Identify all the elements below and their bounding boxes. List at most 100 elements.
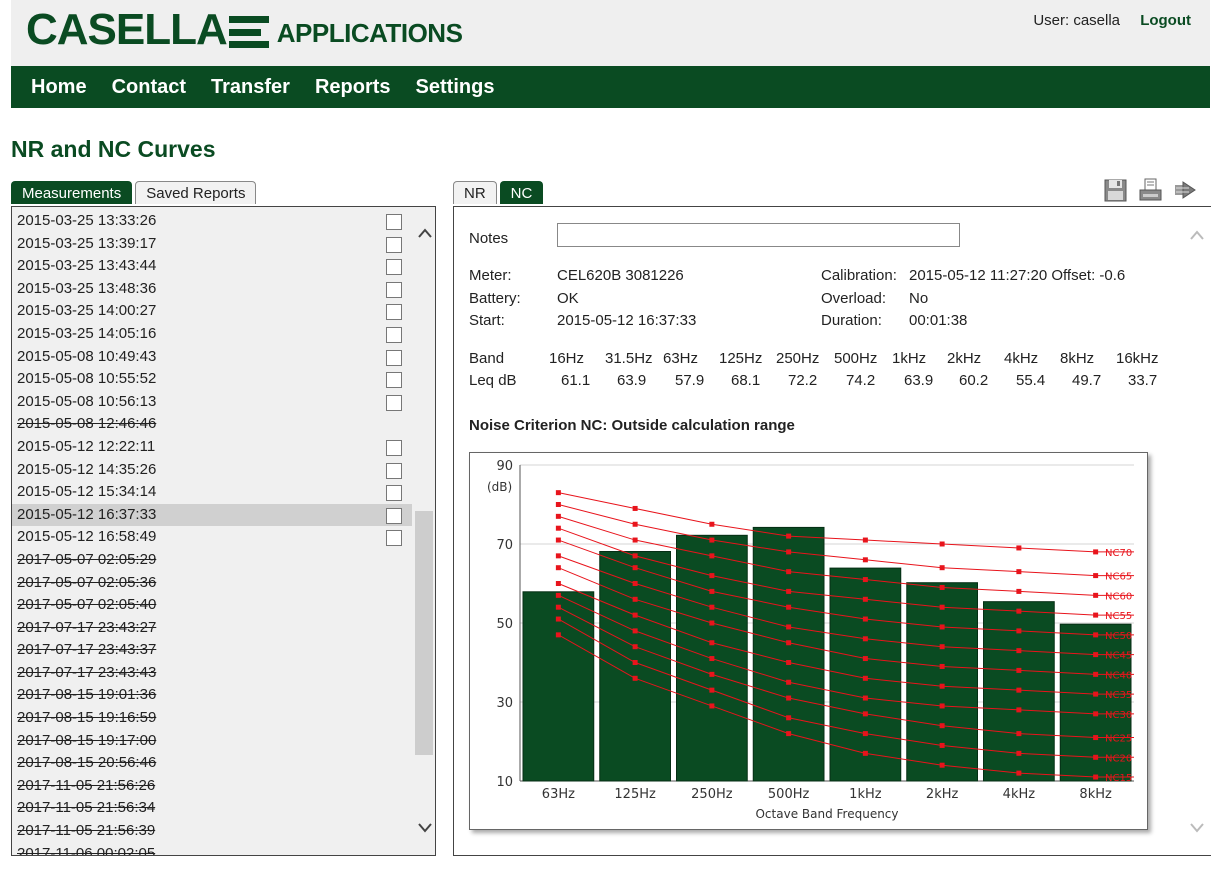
nc-curve-point — [1093, 671, 1099, 677]
measurement-checkbox[interactable] — [386, 507, 402, 524]
notes-input[interactable] — [557, 223, 960, 247]
list-item[interactable]: 2015-03-25 13:39:17 — [12, 233, 412, 256]
measurement-checkbox[interactable] — [386, 372, 402, 389]
list-item[interactable]: 2017-11-06 00:02:05 — [12, 843, 412, 855]
measurement-checkbox[interactable] — [386, 394, 402, 411]
list-item[interactable]: 2015-03-25 13:43:44 — [12, 255, 412, 278]
measurement-checkbox[interactable] — [386, 326, 402, 343]
list-item[interactable]: 2017-07-17 23:43:27 — [12, 617, 412, 640]
list-item[interactable]: 2015-05-08 12:46:46 — [12, 413, 412, 436]
list-item[interactable]: 2017-08-15 19:17:00 — [12, 730, 412, 753]
list-item[interactable]: 2017-05-07 02:05:40 — [12, 594, 412, 617]
panel-scroll-down-icon[interactable] — [1189, 822, 1205, 834]
measurement-timestamp: 2015-05-12 15:34:14 — [17, 483, 157, 501]
meter-label: Meter: — [469, 267, 512, 284]
nc-curve-point — [632, 505, 638, 511]
list-item[interactable]: 2015-05-12 15:34:14 — [12, 481, 412, 504]
nav-settings[interactable]: Settings — [416, 76, 495, 99]
measurement-timestamp: 2017-08-15 19:01:36 — [17, 686, 157, 704]
list-item[interactable]: 2017-11-05 21:56:39 — [12, 820, 412, 843]
nc-curve-point — [632, 644, 638, 650]
nav-transfer[interactable]: Transfer — [211, 76, 290, 99]
band-leq-value: 49.7 — [1072, 372, 1102, 389]
nav-contact[interactable]: Contact — [112, 76, 186, 99]
nc-curve-point — [1093, 652, 1099, 658]
measurement-checkbox[interactable] — [386, 214, 402, 230]
nc-curve-label: NC50 — [1105, 631, 1132, 642]
app-header: CASELLA APPLICATIONS User: casella Logou… — [11, 0, 1210, 66]
nc-curve-point — [709, 604, 715, 610]
nav-reports[interactable]: Reports — [315, 76, 391, 99]
nc-curve-point — [555, 565, 561, 571]
logout-link[interactable]: Logout — [1140, 12, 1191, 29]
panel-scroll-up-icon[interactable] — [1189, 229, 1205, 241]
nc-curve-point — [939, 604, 945, 610]
measurement-checkbox[interactable] — [386, 485, 402, 502]
panel-scrollbar[interactable] — [1184, 207, 1210, 855]
x-axis-label: Octave Band Frequency — [755, 807, 898, 821]
list-item[interactable]: 2015-03-25 14:05:16 — [12, 323, 412, 346]
print-icon[interactable] — [1138, 178, 1163, 202]
list-scrollbar-thumb[interactable] — [415, 511, 433, 755]
logo-main-text: CASELLA — [26, 5, 228, 54]
casella-logo[interactable]: CASELLA APPLICATIONS — [26, 5, 463, 54]
save-icon[interactable] — [1103, 178, 1128, 202]
measurement-checkbox[interactable] — [386, 281, 402, 298]
nc-curve-label: NC35 — [1105, 690, 1132, 701]
scroll-up-icon[interactable] — [417, 227, 433, 239]
list-item[interactable]: 2017-07-17 23:43:43 — [12, 662, 412, 685]
list-item[interactable]: 2017-05-07 02:05:36 — [12, 572, 412, 595]
list-item[interactable]: 2015-05-08 10:56:13 — [12, 391, 412, 414]
list-item[interactable]: 2017-08-15 19:16:59 — [12, 707, 412, 730]
list-item[interactable]: 2015-05-08 10:55:52 — [12, 368, 412, 391]
list-item[interactable]: 2017-08-15 20:56:46 — [12, 752, 412, 775]
list-item[interactable]: 2015-05-12 16:37:33 — [12, 503, 412, 527]
nc-curve-point — [939, 762, 945, 768]
list-item[interactable]: 2015-05-12 16:58:49 — [12, 526, 412, 549]
nc-chart: 10 30 50 70 90 (dB) 63Hz 125Hz 250Hz 500Hz 1kHz 2kH… — [469, 452, 1148, 830]
export-icon[interactable] — [1173, 178, 1198, 202]
band-label: Band — [469, 350, 505, 367]
chart-bar — [906, 582, 978, 782]
left-tab-bar: Measurements Saved Reports — [11, 181, 257, 204]
measurement-checkbox[interactable] — [386, 236, 402, 253]
list-item[interactable]: 2015-03-25 13:48:36 — [12, 278, 412, 301]
measurement-checkbox[interactable] — [386, 462, 402, 479]
nc-curve-point — [862, 636, 868, 642]
list-item[interactable]: 2017-07-17 23:43:37 — [12, 639, 412, 662]
nc-curve-point — [1016, 667, 1022, 673]
x-tick-label: 500Hz — [768, 787, 810, 802]
list-item[interactable]: 2015-05-08 10:49:43 — [12, 346, 412, 369]
tab-measurements[interactable]: Measurements — [11, 181, 133, 204]
scroll-down-icon[interactable] — [417, 822, 433, 834]
user-label: User: casella — [1033, 12, 1121, 29]
nav-home[interactable]: Home — [31, 76, 87, 99]
list-item[interactable]: 2015-03-25 13:33:26 — [12, 210, 412, 233]
list-item[interactable]: 2017-08-15 19:01:36 — [12, 684, 412, 707]
list-scrollbar[interactable] — [414, 207, 434, 855]
measurement-checkbox[interactable] — [386, 259, 402, 276]
list-item[interactable]: 2017-11-05 21:56:34 — [12, 797, 412, 820]
nc-curve-point — [1093, 612, 1099, 618]
measurement-checkbox[interactable] — [386, 530, 402, 547]
tab-nc[interactable]: NC — [499, 181, 544, 204]
nc-curve-point — [1016, 569, 1022, 575]
list-item[interactable]: 2017-05-07 02:05:29 — [12, 549, 412, 572]
nc-curve-label: NC60 — [1105, 591, 1132, 602]
band-name: 1kHz — [892, 350, 927, 367]
nc-chart-svg: 10 30 50 70 90 (dB) 63Hz 125Hz 250Hz 500Hz 1kHz 2kH… — [487, 459, 1134, 821]
tab-saved-reports[interactable]: Saved Reports — [135, 181, 257, 204]
tab-nr[interactable]: NR — [453, 181, 497, 204]
measurement-checkbox[interactable] — [386, 304, 402, 321]
nc-curve-point — [1016, 731, 1022, 737]
logo-sub-text: APPLICATIONS — [276, 18, 463, 48]
nc-curve-point — [939, 683, 945, 689]
list-item[interactable]: 2015-05-12 12:22:11 — [12, 436, 412, 459]
list-item[interactable]: 2015-05-12 14:35:26 — [12, 459, 412, 482]
measurement-timestamp: 2017-11-05 21:56:26 — [17, 776, 156, 794]
list-item[interactable]: 2017-11-05 21:56:26 — [12, 775, 412, 798]
measurement-checkbox[interactable] — [386, 439, 402, 456]
list-item[interactable]: 2015-03-25 14:00:27 — [12, 300, 412, 323]
measurement-checkbox[interactable] — [386, 349, 402, 366]
band-leq-value: 57.9 — [675, 372, 705, 389]
